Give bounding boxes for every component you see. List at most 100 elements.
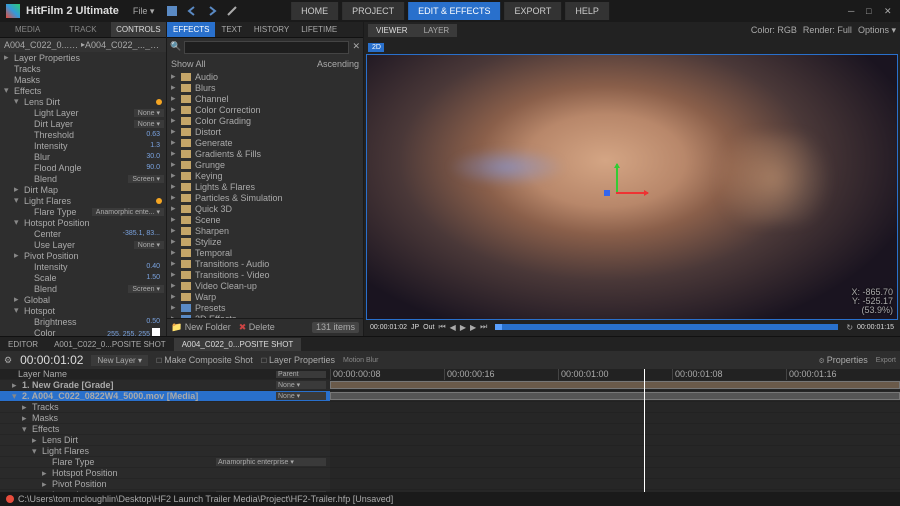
editor-tab[interactable]: A001_C022_0...POSITE SHOT (46, 338, 174, 351)
property-row[interactable]: ▾Effects (0, 85, 166, 96)
playhead[interactable] (644, 369, 645, 492)
timeline-layer-row[interactable]: Intensity0.40 ▾ (0, 490, 330, 492)
filter-dropdown[interactable]: Show All (171, 59, 206, 69)
minimize-button[interactable]: ─ (848, 6, 858, 16)
property-row[interactable]: Center-385.1, 83... (0, 228, 166, 239)
make-composite-button[interactable]: ☐ Make Composite Shot (156, 355, 253, 365)
effect-folder[interactable]: ▸Lights & Flares (167, 181, 363, 192)
clip-breadcrumb[interactable]: A004_C022_0...posite Shot▸A004_C022_..._… (0, 38, 166, 52)
timeline-layer-row[interactable]: ▸Hotspot Position (0, 468, 330, 479)
mid-tab-history[interactable]: HISTORY (248, 22, 295, 37)
properties-button[interactable]: ⚙ Properties (819, 355, 868, 365)
mid-tab-text[interactable]: TEXT (215, 22, 247, 37)
effects-search-input[interactable] (184, 41, 349, 54)
viewer-tab-viewer[interactable]: VIEWER (368, 24, 416, 37)
effect-folder[interactable]: ▸Gradients & Fills (167, 148, 363, 159)
redo-icon[interactable] (206, 5, 218, 17)
sort-dropdown[interactable]: Ascending (317, 59, 359, 69)
property-row[interactable]: Use LayerNone ▾ (0, 239, 166, 250)
property-row[interactable]: Blur30.0 (0, 151, 166, 162)
effect-folder[interactable]: ▸Particles & Simulation (167, 192, 363, 203)
effect-folder[interactable]: ▸Color Grading (167, 115, 363, 126)
effect-folder[interactable]: ▸Channel (167, 93, 363, 104)
timeline-layer-row[interactable]: ▸Masks (0, 413, 330, 424)
effect-folder[interactable]: ▸Temporal (167, 247, 363, 258)
timeline-layer-row[interactable]: ▾2. A004_C022_0822W4_5000.mov [Media]Non… (0, 391, 330, 402)
property-row[interactable]: Threshold0.63 (0, 129, 166, 140)
effect-folder[interactable]: ▸Blurs (167, 82, 363, 93)
delete-button[interactable]: ✖ Delete (239, 322, 275, 333)
property-row[interactable]: ▾Hotspot (0, 305, 166, 316)
timeline-layer-row[interactable]: ▸1. New Grade [Grade]None ▾ (0, 380, 330, 391)
mid-tab-lifetime[interactable]: LIFETIME (295, 22, 343, 37)
mid-tab-effects[interactable]: EFFECTS (167, 22, 215, 37)
clear-search-icon[interactable]: ✕ (352, 41, 360, 54)
timeline-layer-row[interactable]: ▾Effects (0, 424, 330, 435)
property-row[interactable]: Intensity0.40 (0, 261, 166, 272)
effect-folder[interactable]: ▸Transitions - Audio (167, 258, 363, 269)
property-row[interactable]: ▾Hotspot Position (0, 217, 166, 228)
main-tab-editeffects[interactable]: EDIT & EFFECTS (408, 2, 500, 20)
2d-mode-badge[interactable]: 2D (368, 43, 384, 52)
effect-folder[interactable]: ▸Stylize (167, 236, 363, 247)
color-mode-dropdown[interactable]: Color: RGB (751, 25, 797, 36)
main-tab-export[interactable]: EXPORT (505, 2, 562, 20)
step-back-button[interactable]: ◀ (450, 323, 456, 332)
effect-folder[interactable]: ▸Warp (167, 291, 363, 302)
timeline-options-icon[interactable]: ⚙ (4, 355, 12, 366)
property-row[interactable]: ▸Layer Properties (0, 52, 166, 63)
scrub-bar[interactable] (495, 324, 838, 330)
effect-folder[interactable]: ▸Color Correction (167, 104, 363, 115)
play-button[interactable]: ▶ (460, 323, 466, 332)
effect-folder[interactable]: ▸Generate (167, 137, 363, 148)
gizmo-z-handle[interactable] (604, 190, 610, 196)
timeline-layer-row[interactable]: ▸Pivot Position (0, 479, 330, 490)
property-row[interactable]: Masks (0, 74, 166, 85)
editor-timecode[interactable]: 00:00:01:02 (20, 353, 83, 367)
effect-folder[interactable]: ▸Video Clean-up (167, 280, 363, 291)
timeline-layer-row[interactable]: Flare TypeAnamorphic enterprise ▾ (0, 457, 330, 468)
main-tab-home[interactable]: HOME (291, 2, 338, 20)
property-row[interactable]: Tracks (0, 63, 166, 74)
close-button[interactable]: ✕ (884, 6, 894, 16)
goto-start-button[interactable]: ⏮ (438, 322, 445, 332)
gizmo-y-axis[interactable] (616, 164, 618, 192)
viewer-options-dropdown[interactable]: Options ▾ (858, 25, 896, 36)
goto-end-button[interactable]: ⏭ (480, 322, 487, 332)
file-menu[interactable]: File ▾ (133, 6, 155, 17)
property-row[interactable]: BlendScreen ▾ (0, 173, 166, 184)
property-row[interactable]: Dirt LayerNone ▾ (0, 118, 166, 129)
effect-folder[interactable]: ▸Transitions - Video (167, 269, 363, 280)
property-row[interactable]: Light LayerNone ▾ (0, 107, 166, 118)
property-row[interactable]: Brightness0.50 (0, 316, 166, 327)
property-row[interactable]: ▸Dirt Map (0, 184, 166, 195)
maximize-button[interactable]: □ (866, 6, 876, 16)
timeline-layer-row[interactable]: ▸Tracks (0, 402, 330, 413)
gizmo-x-axis[interactable] (616, 192, 648, 194)
motion-blur-button[interactable]: Motion Blur (343, 357, 378, 364)
export-button[interactable]: Export (876, 357, 896, 364)
property-row[interactable]: Flare TypeAnamorphic ente... ▾ (0, 206, 166, 217)
save-icon[interactable] (166, 5, 178, 17)
property-row[interactable]: Scale1.50 (0, 272, 166, 283)
viewport[interactable]: X: -865.70Y: -525.17(53.9%) (366, 54, 898, 320)
effect-folder[interactable]: ▸Audio (167, 71, 363, 82)
new-layer-button[interactable]: New Layer ▾ (91, 355, 147, 366)
new-folder-button[interactable]: 📁 New Folder (171, 322, 231, 333)
editor-tab[interactable]: EDITOR (0, 338, 46, 351)
effect-folder[interactable]: ▸Keying (167, 170, 363, 181)
effect-folder[interactable]: ▸Quick 3D (167, 203, 363, 214)
layer-properties-button[interactable]: ☐ Layer Properties (261, 355, 335, 365)
property-row[interactable]: Flood Angle90.0 (0, 162, 166, 173)
undo-icon[interactable] (186, 5, 198, 17)
timeline-layer-row[interactable]: ▾Light Flares (0, 446, 330, 457)
render-mode-dropdown[interactable]: Render: Full (803, 25, 852, 36)
editor-tab[interactable]: A004_C022_0...POSITE SHOT (174, 338, 302, 351)
panel-tab-media[interactable]: MEDIA (0, 22, 55, 37)
step-fwd-button[interactable]: ▶ (470, 323, 476, 332)
brush-icon[interactable] (226, 5, 238, 17)
effect-folder[interactable]: ▸Scene (167, 214, 363, 225)
property-row[interactable]: ▸Global (0, 294, 166, 305)
property-row[interactable]: BlendScreen ▾ (0, 283, 166, 294)
main-tab-project[interactable]: PROJECT (342, 2, 404, 20)
